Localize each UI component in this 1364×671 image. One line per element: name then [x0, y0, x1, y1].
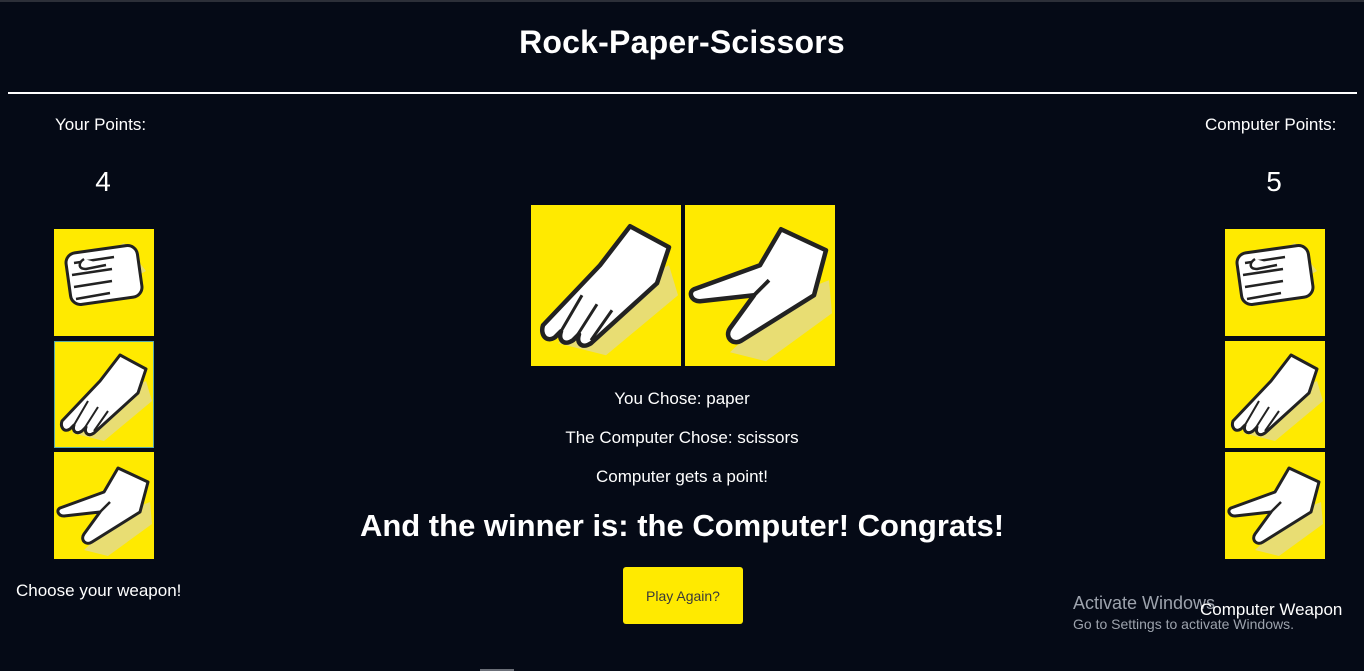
- computer-paper-tile: [1225, 341, 1325, 448]
- paper-hand-icon: [1231, 353, 1323, 441]
- computer-weapon-label: Computer Weapon: [1200, 600, 1343, 619]
- player-rock-button[interactable]: [54, 229, 154, 336]
- scissors-hand-icon: [1227, 466, 1323, 556]
- round-result-text: Computer gets a point!: [596, 467, 768, 486]
- paper-hand-icon: [540, 224, 678, 356]
- computer-chose-text: The Computer Chose: scissors: [565, 428, 799, 447]
- computer-choice-display: [685, 205, 835, 366]
- title-divider: [8, 92, 1357, 94]
- computer-score: 5: [1266, 166, 1282, 197]
- rock-hand-icon: [64, 243, 146, 306]
- page-title: Rock-Paper-Scissors: [519, 24, 845, 60]
- scissors-hand-icon: [688, 227, 832, 362]
- player-score: 4: [95, 166, 111, 197]
- rock-hand-icon: [1235, 243, 1317, 306]
- choose-weapon-label: Choose your weapon!: [16, 581, 182, 600]
- player-points-label: Your Points:: [55, 115, 147, 134]
- you-chose-text: You Chose: paper: [614, 389, 750, 408]
- computer-points-label: Computer Points:: [1205, 115, 1337, 134]
- play-again-button[interactable]: Play Again?: [623, 567, 743, 624]
- window-top-edge: [0, 0, 1364, 2]
- computer-rock-tile: [1225, 229, 1325, 336]
- player-choice-display: [531, 205, 681, 366]
- winner-announcement: And the winner is: the Computer! Congrat…: [359, 508, 1005, 543]
- computer-scissors-tile: [1225, 452, 1325, 559]
